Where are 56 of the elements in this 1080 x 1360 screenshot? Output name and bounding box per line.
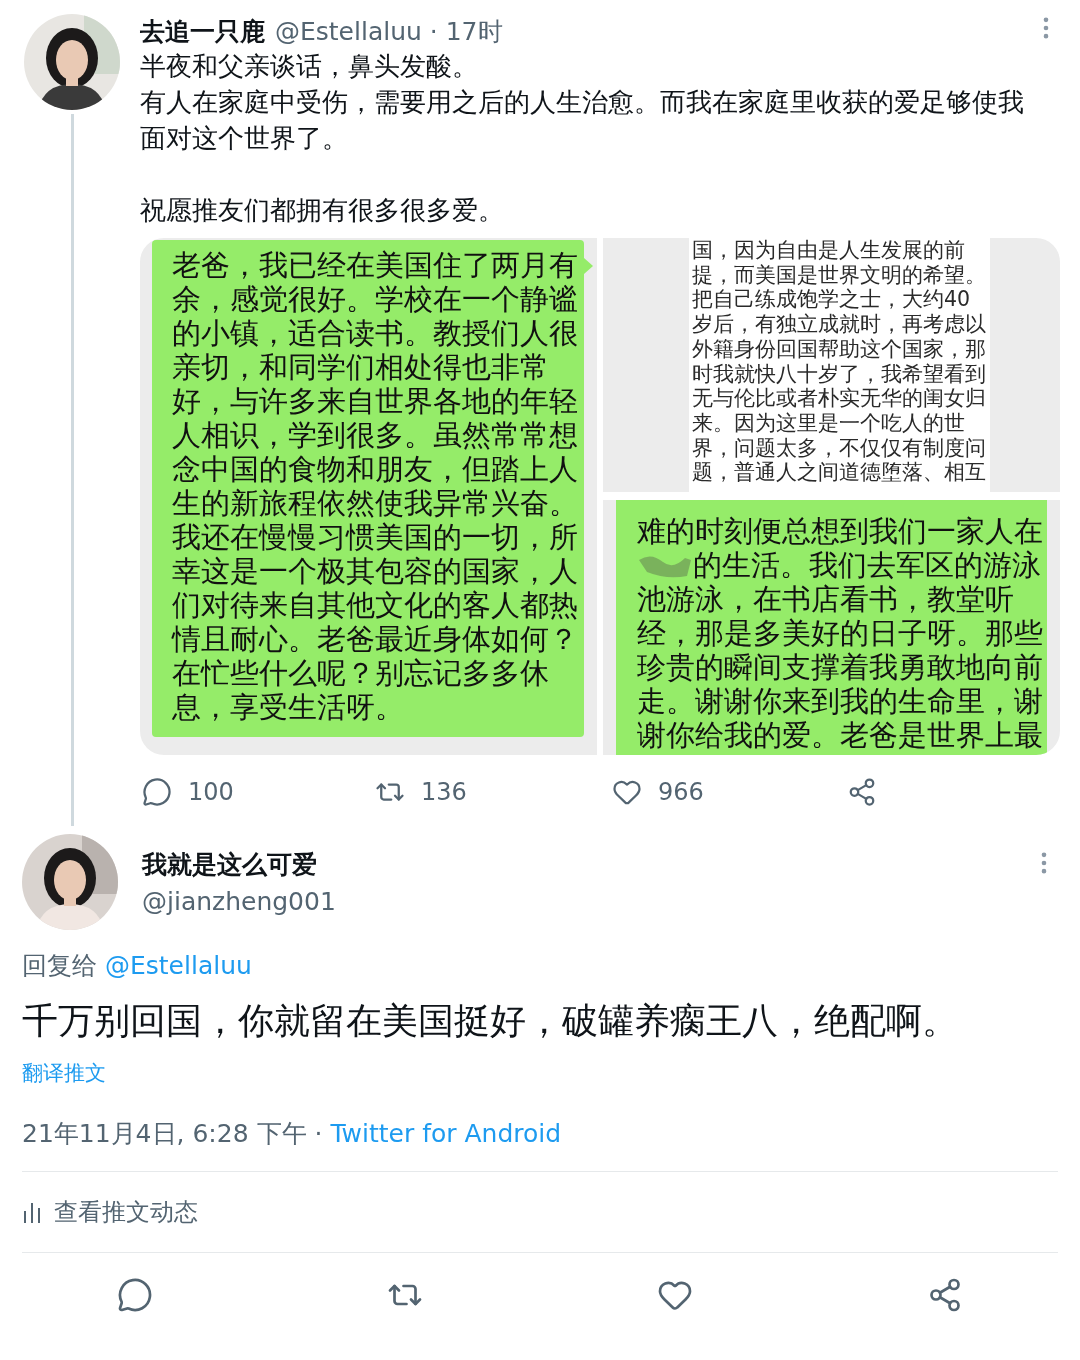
message-line: 念中国的食物和朋友，但踏上人 <box>172 452 578 486</box>
message-line: 余，感觉很好。学校在一个静谧 <box>172 282 578 316</box>
message-line: 岁后，有独立成就时，再考虑以 <box>692 312 986 337</box>
like-button[interactable]: 966 <box>612 777 704 807</box>
share-button[interactable] <box>847 777 877 807</box>
activity-link[interactable]: 查看推文动态 <box>54 1196 198 1228</box>
message-line: 幸这是一个极其包容的国家，人 <box>172 554 578 588</box>
message-line: 池游泳，在书店看书，教堂听 <box>637 582 1014 616</box>
message-line: 在忙些什么呢？别忘记多多休 <box>172 656 549 690</box>
message-line: 提，而美国是世界文明的希望。 <box>692 262 986 288</box>
author-name: 去追一只鹿 <box>140 15 265 48</box>
message-line: 难的时刻便总想到我们一家人在 <box>637 514 1043 548</box>
reply-text: 千万别回国，你就留在美国挺好，破罐养瘸王八，绝配啊。 <box>22 999 959 1043</box>
author-name: 我就是这么可爱 <box>142 849 318 881</box>
message-line: 谢你给我的爱。老爸是世界上最 <box>637 718 1043 752</box>
chat-screenshot[interactable]: 难的时刻便总想到我们一家人在 的生活。我们去军区的游泳 池游泳，在书店看书，教堂听 经，那是多美好的日子呀。那些 珍贵的瞬间支撑着我勇敢地向前 走。谢谢你来到我的生命里，谢 谢你给我的爱。老爸是世界上最 <box>603 500 1060 755</box>
message-line: 老爸，我已经在美国住了两月有 <box>172 248 578 282</box>
message-line: 题，普通人之间道德堕落、相互 <box>692 460 986 486</box>
message-line: 我还在慢慢习惯美国的一切，所 <box>172 520 578 554</box>
message-line: 时我就快八十岁了，我希望看到 <box>692 361 986 387</box>
message-line: 生的新旅程依然使我异常兴奋。 <box>172 486 578 520</box>
message-line: 经，那是多美好的日子呀。那些 <box>637 616 1043 650</box>
reply-label: 回复给 <box>22 949 97 982</box>
message-line: 人相识，学到很多。虽然常常想 <box>172 418 578 452</box>
share-button[interactable] <box>927 1277 963 1313</box>
message-line: 们对待来自其他文化的客人都热 <box>172 588 578 622</box>
message-line: 珍贵的瞬间支撑着我勇敢地向前 <box>637 650 1043 684</box>
share-icon <box>927 1277 963 1313</box>
analytics-icon <box>22 1201 42 1223</box>
message-line: 的小镇，适合读书。教授们人很 <box>172 316 578 350</box>
message-line: 外籍身份回国帮助这个国家，那 <box>692 336 986 362</box>
message-line: 无与伦比或者朴实无华的闺女归 <box>692 386 986 411</box>
author-meta: @Estellaluu · 17时 <box>275 15 503 48</box>
share-icon <box>847 777 877 807</box>
message-line: 界，问题太多，不仅仅有制度问 <box>692 435 986 461</box>
reply-button[interactable]: 100 <box>142 777 234 807</box>
message-line: 把自己练成饱学之士，大约40 <box>692 287 971 313</box>
message-line: 亲切，和同学们相处得也非常 <box>172 350 549 384</box>
tweet-text: 半夜和父亲谈话，鼻头发酸。 <box>140 50 479 83</box>
reply-button[interactable] <box>117 1277 153 1313</box>
message-line: 好，与许多来自世界各地的年轻 <box>172 384 578 418</box>
author-handle: @jianzheng001 <box>142 887 336 916</box>
timestamp: 21年11月4日, 6:28 下午 · <box>22 1117 323 1150</box>
tweet-text: 有人在家庭中受伤，需要用之后的人生治愈。而我在家庭里收获的爱足够使我面对这个世界了。 <box>140 86 1025 155</box>
bubble-tail <box>584 258 593 274</box>
retweet-button[interactable]: 136 <box>375 777 467 807</box>
message-line: 息，享受生活呀。 <box>172 690 404 724</box>
reply-icon <box>117 1277 153 1313</box>
message-line: 的生活。我们去军区的游泳 <box>693 548 1041 582</box>
message-line: 国，因为自由是人生发展的前 <box>692 238 965 263</box>
reply-icon <box>142 777 172 807</box>
message-line: 走。谢谢你来到我的生命里，谢 <box>637 684 1043 718</box>
tweet-text: 祝愿推友们都拥有很多很多爱。 <box>140 194 505 227</box>
message-line: 来。因为这里是一个吃人的世 <box>692 410 965 436</box>
chat-screenshot[interactable]: 国，因为自由是人生发展的前 提，而美国是世界文明的希望。 把自己练成饱学之士，大约40 岁后，有独立成就时，再考虑以 外籍身份回国帮助这个国家，那 时我就快八十岁了，我希望看到 无与伦比或者朴实无华的闺女归 来。因为这里是一个吃人的世 界，问题太多，不仅仅有制度问 题，普通人之间道德堕落、相互 <box>603 238 1060 492</box>
message-line: 情且耐心。老爸最近身体如何？ <box>172 622 578 656</box>
